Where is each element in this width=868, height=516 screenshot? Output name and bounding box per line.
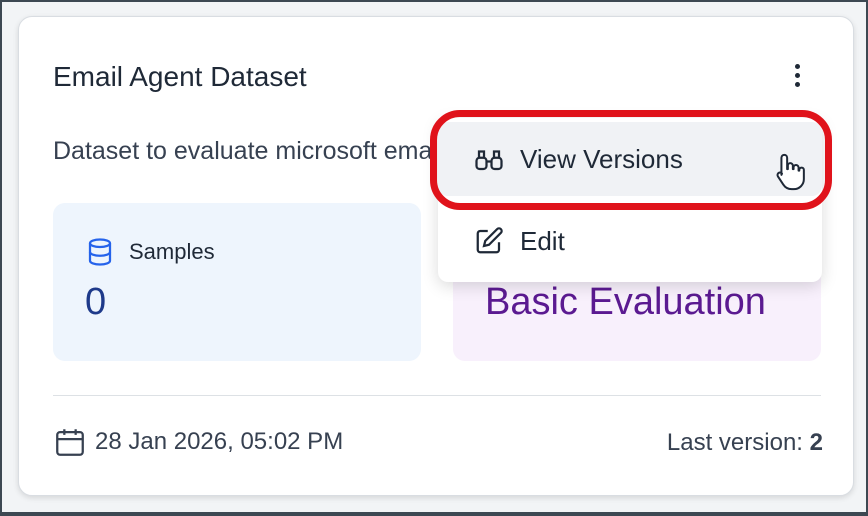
evaluation-type: Basic Evaluation [485,281,766,323]
more-vertical-icon[interactable] [785,59,809,91]
window-frame: Email Agent Dataset Dataset to evaluate … [2,2,866,512]
edit-menu-item[interactable]: Edit [438,204,822,278]
samples-stat: Samples 0 [53,203,421,361]
hand-pointer-icon [776,153,805,191]
card-description: Dataset to evaluate microsoft email agen… [53,137,433,165]
samples-label: Samples [129,239,215,264]
last-version-value: 2 [809,429,823,456]
created-date: 28 Jan 2026, 05:02 PM [53,425,343,459]
calendar-icon [56,429,84,456]
view-versions-label: View Versions [520,143,683,174]
edit-icon [476,227,503,254]
last-version-label: Last version: [666,429,803,456]
database-icon [88,238,112,266]
created-date-text: 28 Jan 2026, 05:02 PM [95,428,344,455]
actions-menu: View Versions Edit [438,118,822,282]
last-version: Last version: 2 [667,429,823,457]
card-title: Email Agent Dataset [53,61,307,92]
edit-label: Edit [520,225,565,256]
samples-value: 0 [85,281,107,323]
divider [53,395,821,396]
view-versions-menu-item[interactable]: View Versions [438,122,822,196]
binoculars-icon [475,150,503,171]
